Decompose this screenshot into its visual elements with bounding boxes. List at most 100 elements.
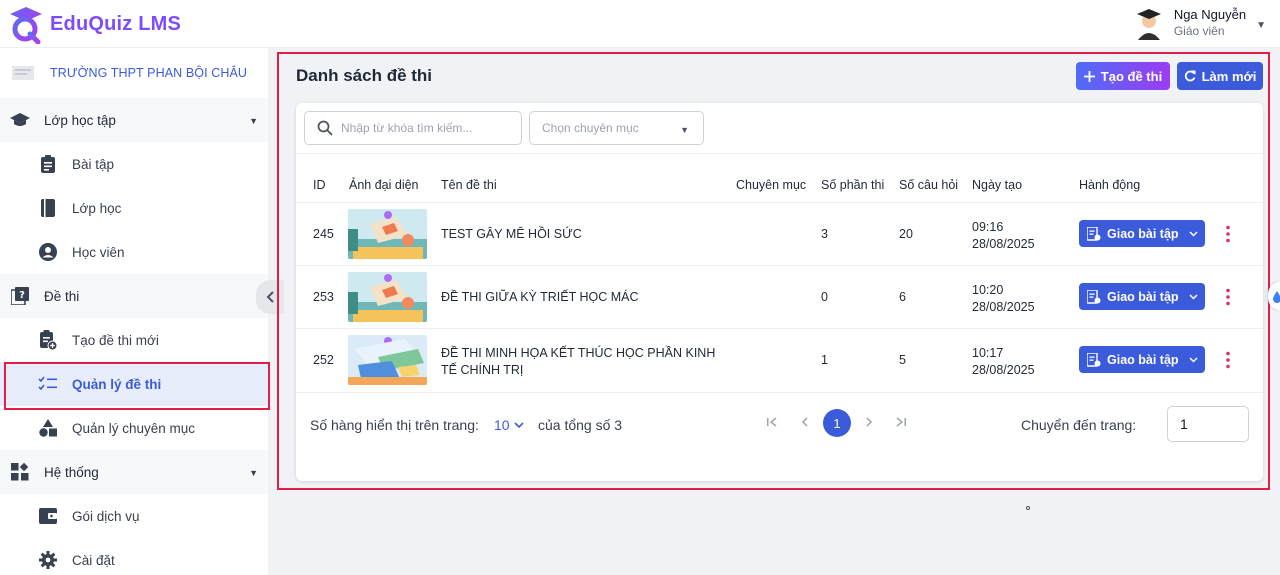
column-header-created: Ngày tạo <box>972 178 1023 192</box>
more-vert-icon[interactable] <box>1224 288 1232 306</box>
column-header-questions: Số câu hỏi <box>899 178 959 192</box>
exam-created-time: 10:20 <box>972 283 1004 297</box>
assign-homework-button[interactable]: Giao bài tập <box>1079 220 1205 247</box>
search-input[interactable] <box>341 121 501 135</box>
refresh-button[interactable]: Làm mới <box>1177 62 1263 90</box>
chevron-down-icon <box>1189 356 1198 363</box>
sidebar-item-label: Học viên <box>72 244 125 260</box>
column-header-actions: Hành động <box>1079 178 1141 192</box>
book-icon <box>38 198 58 218</box>
chevron-left-icon <box>266 291 274 303</box>
category-shapes-icon <box>38 418 58 438</box>
sidebar-item-label: Quản lý chuyên mục <box>72 420 196 436</box>
user-role: Giáo viên <box>1173 24 1225 38</box>
school-header: TRƯỜNG THPT PHAN BỘI CHÂU <box>0 48 268 98</box>
clipboard-icon <box>38 154 58 174</box>
sidebar-item-manage-categories[interactable]: Quản lý chuyên mục <box>0 406 268 450</box>
sidebar-group-label: Đề thi <box>44 288 80 304</box>
assign-homework-button[interactable]: Giao bài tập <box>1079 346 1205 373</box>
sidebar-item-settings[interactable]: Cài đặt <box>0 538 268 575</box>
create-exam-button[interactable]: Tạo đề thi <box>1076 62 1170 90</box>
sidebar-item-manage-exams[interactable]: Quản lý đề thi <box>0 362 270 410</box>
page-title: Danh sách đề thi <box>296 66 433 85</box>
exam-name[interactable]: ĐỀ THI GIỮA KỲ TRIẾT HỌC MÁC <box>441 290 639 304</box>
sidebar-item-create-exam[interactable]: Tạo đề thi mới <box>0 318 268 362</box>
sidebar: TRƯỜNG THPT PHAN BỘI CHÂU Lớp học tập ▼ … <box>0 48 270 575</box>
sidebar-item-label: Gói dịch vụ <box>72 508 140 524</box>
refresh-label: Làm mới <box>1201 68 1257 84</box>
user-name: Nga Nguyễn <box>1173 7 1247 22</box>
exam-name[interactable]: TEST GÂY MÊ HỒI SỨC <box>441 227 582 241</box>
previous-page-icon[interactable] <box>800 416 810 428</box>
exam-thumbnail <box>348 335 427 385</box>
exam-parts: 1 <box>821 353 828 367</box>
chevron-down-icon <box>1189 230 1198 237</box>
caret-down-icon: ▼ <box>680 125 689 135</box>
exam-created: 10:20 28/08/2025 <box>972 282 1035 316</box>
table-row[interactable]: 252 ĐỀ THI MINH HỌA KẾT THÚC HỌC PHẦN KI… <box>296 328 1263 391</box>
next-page-icon[interactable] <box>864 416 874 428</box>
sidebar-group-classes[interactable]: Lớp học tập ▼ <box>0 98 268 142</box>
goto-page-input[interactable] <box>1167 406 1249 442</box>
user-circle-icon <box>38 242 58 262</box>
exam-thumbnail <box>348 272 427 322</box>
sidebar-group-system[interactable]: Hệ thống ▼ <box>0 450 268 494</box>
more-vert-icon[interactable] <box>1224 351 1232 369</box>
school-name: TRƯỜNG THPT PHAN BỘI CHÂU <box>50 66 248 80</box>
exam-id: 252 <box>313 353 334 367</box>
user-menu[interactable]: Nga Nguyễn Giáo viên ▼ <box>1132 6 1266 40</box>
sidebar-item-assignments[interactable]: Bài tập <box>0 142 268 186</box>
first-page-icon[interactable] <box>766 416 778 428</box>
wallet-icon <box>38 506 58 526</box>
column-header-name: Tên đề thi <box>441 178 497 192</box>
logo-icon <box>10 7 42 44</box>
search-box[interactable] <box>304 111 522 145</box>
sidebar-group-label: Lớp học tập <box>44 112 116 128</box>
divider <box>296 153 1263 154</box>
brand-name: EduQuiz LMS <box>50 12 182 35</box>
exam-questions: 20 <box>899 227 913 241</box>
sidebar-group-exams[interactable]: ? Đề thi <box>0 274 268 318</box>
category-select[interactable]: Chọn chuyên mục ▼ <box>529 111 704 145</box>
last-page-icon[interactable] <box>895 416 907 428</box>
exam-created-time: 09:16 <box>972 220 1004 234</box>
table-row[interactable]: 245 TEST GÂY MÊ HỒI SỨC 3 20 09:16 28/08… <box>296 202 1263 265</box>
exam-created: 09:16 28/08/2025 <box>972 219 1035 253</box>
exam-name[interactable]: ĐỀ THI MINH HỌA KẾT THÚC HỌC PHẦN KINH T… <box>441 345 715 379</box>
assign-doc-icon <box>1087 352 1101 367</box>
sidebar-item-students[interactable]: Học viên <box>0 230 268 274</box>
rows-per-page-select[interactable]: 10 <box>494 417 524 433</box>
school-logo-icon <box>12 66 34 80</box>
exam-parts: 3 <box>821 227 828 241</box>
exam-id: 253 <box>313 290 334 304</box>
plus-icon <box>1083 70 1095 82</box>
pagination-bar: Số hàng hiển thị trên trang: 10 của tổng… <box>296 392 1263 452</box>
exam-created-date: 28/08/2025 <box>972 300 1035 314</box>
table-row[interactable]: 253 ĐỀ THI GIỮA KỲ TRIẾT HỌC MÁC 0 6 10:… <box>296 265 1263 328</box>
search-icon <box>317 120 333 136</box>
exam-questions: 6 <box>899 290 906 304</box>
sidebar-item-service-packages[interactable]: Gói dịch vụ <box>0 494 268 538</box>
app-logo[interactable]: EduQuiz LMS <box>6 4 181 44</box>
sidebar-item-classes[interactable]: Lớp học <box>0 186 268 230</box>
exam-created-time: 10:17 <box>972 346 1004 360</box>
caret-down-icon[interactable]: ▼ <box>1256 20 1266 31</box>
exam-id: 245 <box>313 227 334 241</box>
more-vert-icon[interactable] <box>1224 225 1232 243</box>
exam-created: 10:17 28/08/2025 <box>972 345 1035 379</box>
avatar <box>1136 9 1161 40</box>
exam-list-card: Chọn chuyên mục ▼ ID Ảnh đại diện Tên đề… <box>296 103 1263 481</box>
assign-homework-button[interactable]: Giao bài tập <box>1079 283 1205 310</box>
column-header-thumbnail: Ảnh đại diện <box>349 178 419 192</box>
assign-label: Giao bài tập <box>1107 289 1179 304</box>
column-header-parts: Số phần thi <box>821 178 885 192</box>
stray-dot <box>1026 506 1030 510</box>
assign-doc-icon <box>1087 226 1101 241</box>
chevron-down-icon <box>514 421 524 428</box>
rows-per-page-value: 10 <box>494 417 510 433</box>
sidebar-group-label: Hệ thống <box>44 464 99 480</box>
graduation-cap-icon <box>10 110 30 130</box>
page-button-current[interactable]: 1 <box>823 409 851 437</box>
widgets-icon <box>10 462 30 482</box>
gear-icon <box>38 550 58 570</box>
